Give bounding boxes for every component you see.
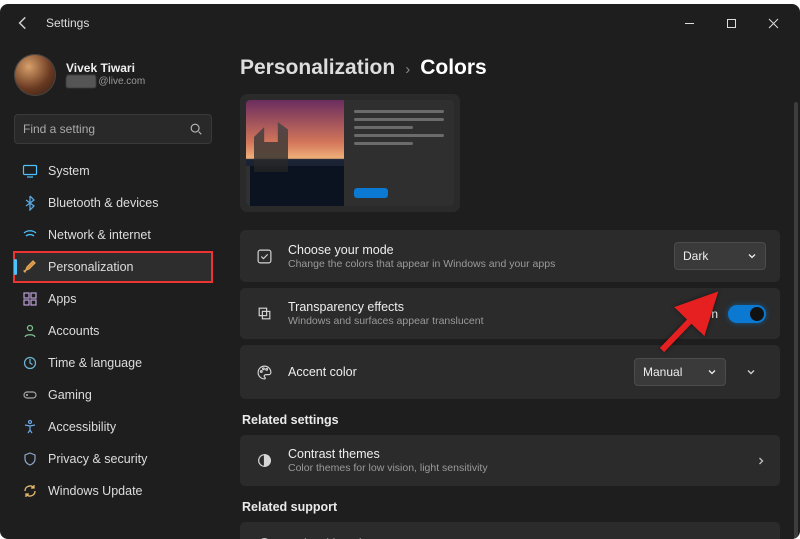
scrollbar[interactable] [794, 102, 798, 539]
sidebar-item-label: Privacy & security [48, 452, 147, 466]
sidebar-item-personalization[interactable]: Personalization [14, 252, 212, 282]
sidebar-item-privacy[interactable]: Privacy & security [14, 444, 212, 474]
settings-window: Settings Vivek Tiwari ████@live.com [0, 4, 800, 539]
search-icon [189, 122, 203, 136]
section-related-settings: Related settings [242, 413, 778, 427]
close-button[interactable] [752, 8, 794, 38]
sidebar-item-bluetooth[interactable]: Bluetooth & devices [14, 188, 212, 218]
window-preview [344, 100, 454, 206]
sidebar-item-label: Gaming [48, 388, 92, 402]
wallpaper-preview [246, 100, 344, 206]
sidebar-item-network[interactable]: Network & internet [14, 220, 212, 250]
row-transparency[interactable]: Transparency effects Windows and surface… [240, 288, 780, 339]
page-title: Colors [420, 56, 487, 80]
person-icon [22, 323, 38, 339]
accent-dropdown[interactable]: Manual [634, 358, 726, 386]
bluetooth-icon [22, 195, 38, 211]
contrast-icon [254, 451, 274, 471]
minimize-button[interactable] [668, 8, 710, 38]
app-title: Settings [46, 16, 89, 30]
dropdown-value: Dark [683, 249, 708, 263]
row-subtitle: Change the colors that appear in Windows… [288, 258, 660, 270]
row-title: Transparency effects [288, 300, 688, 314]
row-title: Choose your mode [288, 243, 660, 257]
sidebar-item-gaming[interactable]: Gaming [14, 380, 212, 410]
nav: System Bluetooth & devices Network & int… [14, 156, 212, 506]
gaming-icon [22, 387, 38, 403]
sidebar: Vivek Tiwari ████@live.com System [0, 42, 220, 539]
profile-name: Vivek Tiwari [66, 62, 145, 76]
breadcrumb-parent[interactable]: Personalization [240, 56, 395, 80]
shield-icon [22, 451, 38, 467]
brush-icon [254, 246, 274, 266]
system-icon [22, 163, 38, 179]
dropdown-value: Manual [643, 365, 682, 379]
maximize-button[interactable] [710, 8, 752, 38]
sidebar-item-label: Accessibility [48, 420, 116, 434]
sidebar-item-label: Time & language [48, 356, 142, 370]
row-subtitle: Windows and surfaces appear translucent [288, 315, 688, 327]
sidebar-item-accessibility[interactable]: Accessibility [14, 412, 212, 442]
accessibility-icon [22, 419, 38, 435]
search-box[interactable] [14, 114, 212, 144]
theme-preview [240, 94, 460, 212]
expand-button[interactable] [736, 357, 766, 387]
avatar [14, 54, 56, 96]
row-subtitle: Color themes for low vision, light sensi… [288, 462, 742, 474]
sidebar-item-label: Accounts [48, 324, 99, 338]
chevron-right-icon: › [405, 61, 410, 78]
wifi-icon [22, 227, 38, 243]
sidebar-item-system[interactable]: System [14, 156, 212, 186]
chevron-down-icon [707, 367, 717, 377]
update-icon [22, 483, 38, 499]
sidebar-item-label: Personalization [48, 260, 133, 274]
titlebar: Settings [0, 4, 800, 42]
search-input[interactable] [23, 122, 181, 136]
mode-dropdown[interactable]: Dark [674, 242, 766, 270]
back-button[interactable] [14, 14, 32, 32]
main-content: Personalization › Colors Choose your mod… [220, 42, 800, 539]
chevron-right-icon [756, 456, 766, 466]
sidebar-item-label: Windows Update [48, 484, 143, 498]
clock-globe-icon [22, 355, 38, 371]
chevron-down-icon [747, 251, 757, 261]
apps-icon [22, 291, 38, 307]
toggle-state-label: On [702, 307, 718, 321]
sidebar-item-accounts[interactable]: Accounts [14, 316, 212, 346]
paintbrush-icon [22, 259, 38, 275]
row-title: Accent color [288, 365, 620, 379]
profile-block[interactable]: Vivek Tiwari ████@live.com [14, 48, 212, 110]
profile-email: ████@live.com [66, 76, 145, 88]
row-help-colors[interactable]: Help with Colors [240, 522, 780, 539]
sidebar-item-label: Bluetooth & devices [48, 196, 159, 210]
row-contrast-themes[interactable]: Contrast themes Color themes for low vis… [240, 435, 780, 486]
breadcrumb: Personalization › Colors [240, 46, 780, 94]
sidebar-item-time[interactable]: Time & language [14, 348, 212, 378]
section-related-support: Related support [242, 500, 778, 514]
row-title: Contrast themes [288, 447, 742, 461]
transparency-toggle[interactable] [728, 305, 766, 323]
row-accent-color[interactable]: Accent color Manual [240, 345, 780, 399]
sidebar-item-label: Network & internet [48, 228, 151, 242]
sidebar-item-apps[interactable]: Apps [14, 284, 212, 314]
sidebar-item-label: Apps [48, 292, 77, 306]
sidebar-item-update[interactable]: Windows Update [14, 476, 212, 506]
palette-icon [254, 362, 274, 382]
transparency-icon [254, 304, 274, 324]
row-choose-mode[interactable]: Choose your mode Change the colors that … [240, 230, 780, 282]
sidebar-item-label: System [48, 164, 90, 178]
